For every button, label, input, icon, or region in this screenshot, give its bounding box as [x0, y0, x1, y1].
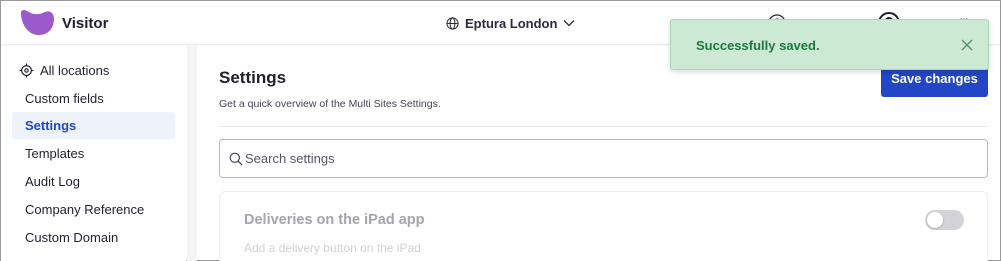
location-name: Eptura London — [465, 15, 558, 31]
setting-card-ipad-deliveries: Deliveries on the iPad app Add a deliver… — [219, 191, 988, 261]
deliveries-toggle[interactable] — [925, 210, 964, 230]
globe-icon — [446, 16, 459, 30]
sidebar-item-company-reference[interactable]: Company Reference — [12, 196, 175, 223]
sidebar-item-custom-domain[interactable]: Custom Domain — [12, 224, 175, 251]
sidebar-item-label: Company Reference — [25, 202, 145, 217]
toggle-knob — [927, 212, 943, 228]
page-title: Settings — [219, 68, 287, 87]
success-toast: Successfully saved. — [670, 19, 989, 70]
sidebar-item-audit-log[interactable]: Audit Log — [12, 168, 175, 195]
sidebar-item-label: Settings — [25, 118, 77, 133]
location-switcher[interactable]: Eptura London — [446, 13, 575, 33]
page-subtitle: Get a quick overview of the Multi Sites … — [219, 98, 441, 110]
sidebar-item-label: Custom Domain — [25, 230, 119, 245]
search-icon — [229, 152, 243, 166]
sidebar-item-label: Templates — [25, 146, 85, 161]
setting-description: Add a delivery button on the iPad — [244, 241, 421, 255]
sidebar-item-label: Audit Log — [25, 174, 80, 189]
divider — [219, 126, 988, 127]
sidebar-item-settings[interactable]: Settings — [12, 112, 175, 139]
chevron-down-icon — [563, 20, 575, 27]
app-name: Visitor — [62, 15, 109, 32]
sidebar: All locations Custom fields Settings Tem… — [1, 46, 186, 261]
search-input[interactable] — [245, 140, 975, 177]
visitor-logo-icon[interactable] — [19, 9, 55, 37]
sidebar-item-templates[interactable]: Templates — [12, 140, 175, 167]
close-icon[interactable] — [960, 38, 974, 52]
toast-message: Successfully saved. — [696, 38, 820, 53]
setting-title: Deliveries on the iPad app — [244, 212, 425, 228]
sidebar-scrollbar[interactable] — [187, 46, 197, 261]
sidebar-item-label: Custom fields — [25, 91, 104, 106]
all-locations-label: All locations — [40, 63, 110, 78]
sidebar-item-custom-fields[interactable]: Custom fields — [12, 85, 175, 112]
search-box[interactable] — [219, 139, 988, 178]
all-locations-link[interactable]: All locations — [19, 63, 109, 78]
crosshair-icon — [19, 63, 34, 78]
